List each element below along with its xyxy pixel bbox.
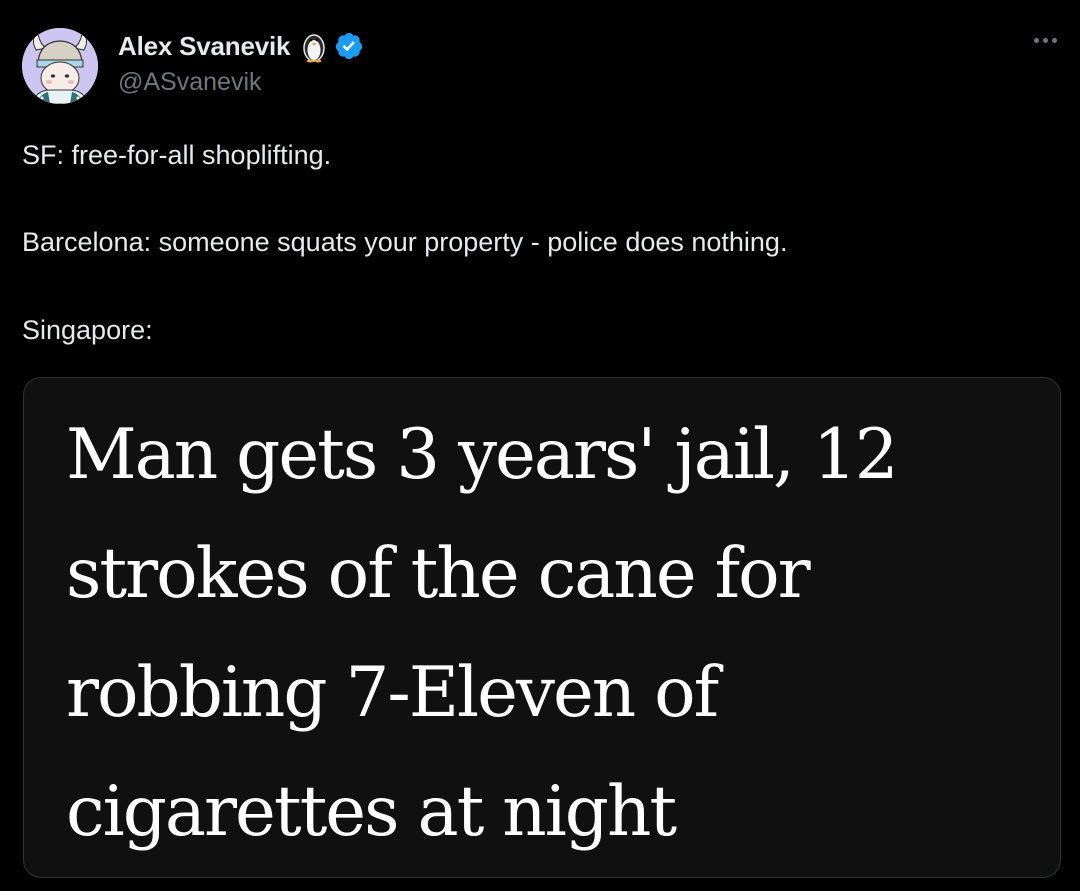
tweet-text-line: SF: free-for-all shoplifting. bbox=[22, 140, 332, 170]
news-headline: Man gets 3 years' jail, 12 strokes of th… bbox=[66, 396, 1056, 872]
author-display-name[interactable]: Alex Svanevik bbox=[118, 31, 290, 62]
headline-line: cigarettes at night bbox=[66, 772, 677, 852]
more-options-icon[interactable] bbox=[1028, 30, 1062, 50]
tweet: Alex Svanevik @ASvanevik SF: free-for-al… bbox=[0, 0, 1080, 891]
author-handle[interactable]: @ASvanevik bbox=[118, 68, 262, 97]
avatar[interactable] bbox=[22, 28, 98, 104]
author-name-row: Alex Svanevik bbox=[118, 26, 364, 66]
verified-badge-icon[interactable] bbox=[334, 31, 364, 61]
headline-line: robbing 7-Eleven of bbox=[66, 653, 719, 733]
tweet-media-image[interactable]: Man gets 3 years' jail, 12 strokes of th… bbox=[23, 377, 1061, 878]
headline-line: strokes of the cane for bbox=[66, 534, 811, 614]
headline-line: Man gets 3 years' jail, 12 bbox=[66, 415, 899, 495]
penguin-icon bbox=[300, 29, 328, 63]
tweet-text-line: Singapore: bbox=[22, 315, 153, 345]
tweet-text-line: Barcelona: someone squats your property … bbox=[22, 227, 788, 257]
